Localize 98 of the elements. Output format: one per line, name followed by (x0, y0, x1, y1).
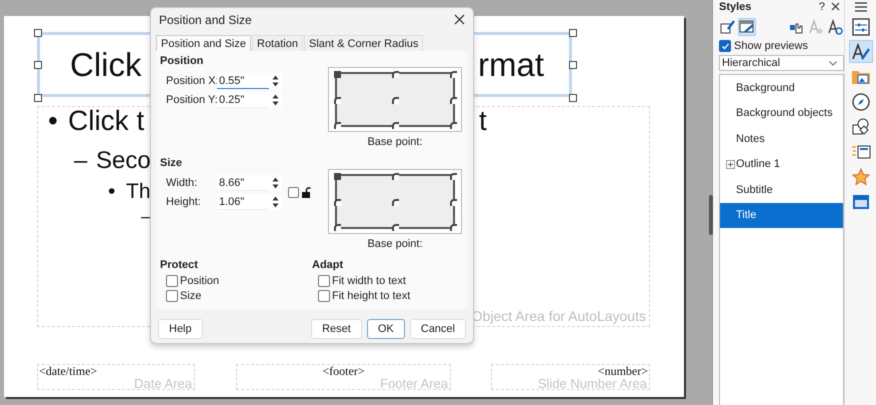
outline-text: Click t (68, 107, 144, 135)
style-item[interactable]: Notes (720, 126, 843, 152)
base-point[interactable] (334, 122, 341, 129)
number-field[interactable]: 8.66" (217, 174, 269, 190)
number-field[interactable]: 0.55" (217, 72, 269, 88)
base-point[interactable] (392, 224, 399, 231)
resize-handle[interactable] (34, 94, 42, 102)
footer-placeholder[interactable]: <date/time> Date Area (37, 364, 195, 390)
base-point[interactable] (392, 71, 399, 78)
list-marker: • (48, 107, 58, 135)
base-point[interactable] (450, 198, 457, 206)
spin-button[interactable] (269, 92, 282, 108)
spin-button[interactable] (269, 72, 282, 88)
dialog-button[interactable]: Cancel (410, 319, 466, 339)
style-item[interactable]: Outline 1 (720, 152, 843, 177)
field-label: Position X: (166, 74, 217, 86)
brush-card-icon[interactable] (719, 18, 736, 36)
outline-text: t (479, 107, 487, 135)
filter-dropdown[interactable]: Hierarchical (719, 55, 844, 71)
base-point[interactable] (392, 198, 399, 206)
section-heading: Size (160, 157, 184, 171)
help-button[interactable]: ? (818, 0, 825, 12)
tab[interactable]: Rotation (252, 35, 303, 51)
dialog-title: Position and Size (159, 12, 252, 26)
base-point[interactable] (392, 173, 399, 180)
spin-button[interactable] (269, 194, 282, 210)
title-text: Click (70, 48, 142, 81)
field-text: <date/time> (38, 365, 98, 377)
checkbox-label: Position (180, 274, 220, 286)
outline-text: Seco (96, 149, 151, 173)
base-point[interactable] (450, 122, 457, 129)
base-point-label: Base point: (367, 238, 423, 250)
field-text: <footer> (321, 365, 366, 377)
section-heading: Protect (160, 259, 199, 273)
list-marker: • (108, 181, 116, 202)
number-field[interactable]: 1.06" (217, 194, 269, 210)
expand-icon[interactable] (726, 160, 735, 169)
base-point[interactable] (334, 198, 341, 206)
panel-title: Styles (719, 0, 752, 12)
style-item[interactable]: Background objects (720, 100, 843, 126)
checkbox[interactable] (318, 274, 330, 286)
checkbox[interactable] (719, 40, 731, 52)
checkbox[interactable] (318, 290, 330, 302)
field-label: Width: (166, 176, 198, 188)
dialog-button[interactable]: Reset (311, 319, 362, 339)
style-item[interactable]: Background (720, 75, 843, 100)
field-label: Position Y: (166, 94, 217, 106)
resize-handle[interactable] (569, 29, 577, 37)
checkbox[interactable] (166, 274, 178, 286)
close-icon[interactable] (454, 14, 465, 25)
menu-icon[interactable] (854, 2, 866, 12)
close-icon[interactable] (831, 2, 840, 11)
scrollbar[interactable] (709, 195, 713, 235)
base-point[interactable] (450, 224, 457, 231)
base-point[interactable] (334, 96, 341, 104)
base-point[interactable] (334, 224, 341, 231)
base-point[interactable] (392, 96, 399, 104)
number-field[interactable]: 0.25" (217, 92, 269, 108)
checkbox-label: Fit width to text (332, 274, 406, 286)
footer-placeholder[interactable]: <number> Slide Number Area (491, 364, 650, 390)
resize-handle[interactable] (569, 61, 577, 69)
base-point[interactable] (450, 71, 457, 78)
letter-a-refresh-icon[interactable] (826, 18, 844, 36)
list-marker: – (141, 208, 150, 225)
checkbox-label: Show previews (734, 40, 808, 52)
area-label: Slide Number Area (536, 377, 648, 390)
footer-placeholder[interactable]: <footer> Footer Area (236, 364, 451, 390)
resize-handle[interactable] (34, 61, 42, 69)
checkbox[interactable] (288, 186, 299, 198)
dialog-button[interactable]: OK (366, 319, 405, 339)
title-text: rmat (478, 48, 544, 81)
base-point[interactable] (450, 96, 457, 104)
field-text: <number> (596, 365, 649, 377)
list-marker: – (74, 149, 88, 173)
lock-icon (301, 186, 311, 198)
dialog-button[interactable]: Help (158, 319, 203, 339)
tab[interactable]: Slant & Corner Radius (304, 35, 424, 51)
checkbox[interactable] (166, 290, 178, 302)
base-point-label: Base point: (367, 136, 423, 148)
checkbox-label: Size (180, 290, 202, 302)
chevron-icon[interactable] (829, 60, 837, 66)
outline-text: Th (126, 181, 151, 202)
tab[interactable]: Position and Size (156, 35, 251, 51)
fill-format-icon[interactable] (738, 18, 756, 36)
section-heading: Adapt (312, 259, 344, 273)
area-label: Footer Area (379, 377, 449, 390)
section-heading: Position (160, 55, 204, 69)
resize-handle[interactable] (34, 29, 42, 37)
field-label: Height: (166, 196, 202, 208)
style-item[interactable]: Title (720, 202, 843, 228)
resize-handle[interactable] (569, 94, 577, 102)
letter-a-brush-icon[interactable] (848, 40, 872, 63)
checkbox-label: Fit height to text (332, 290, 410, 302)
base-point[interactable] (450, 173, 457, 180)
base-point[interactable] (392, 122, 399, 129)
area-label: Date Area (133, 377, 193, 390)
style-item[interactable]: Subtitle (720, 177, 843, 202)
spin-button[interactable] (269, 174, 282, 190)
